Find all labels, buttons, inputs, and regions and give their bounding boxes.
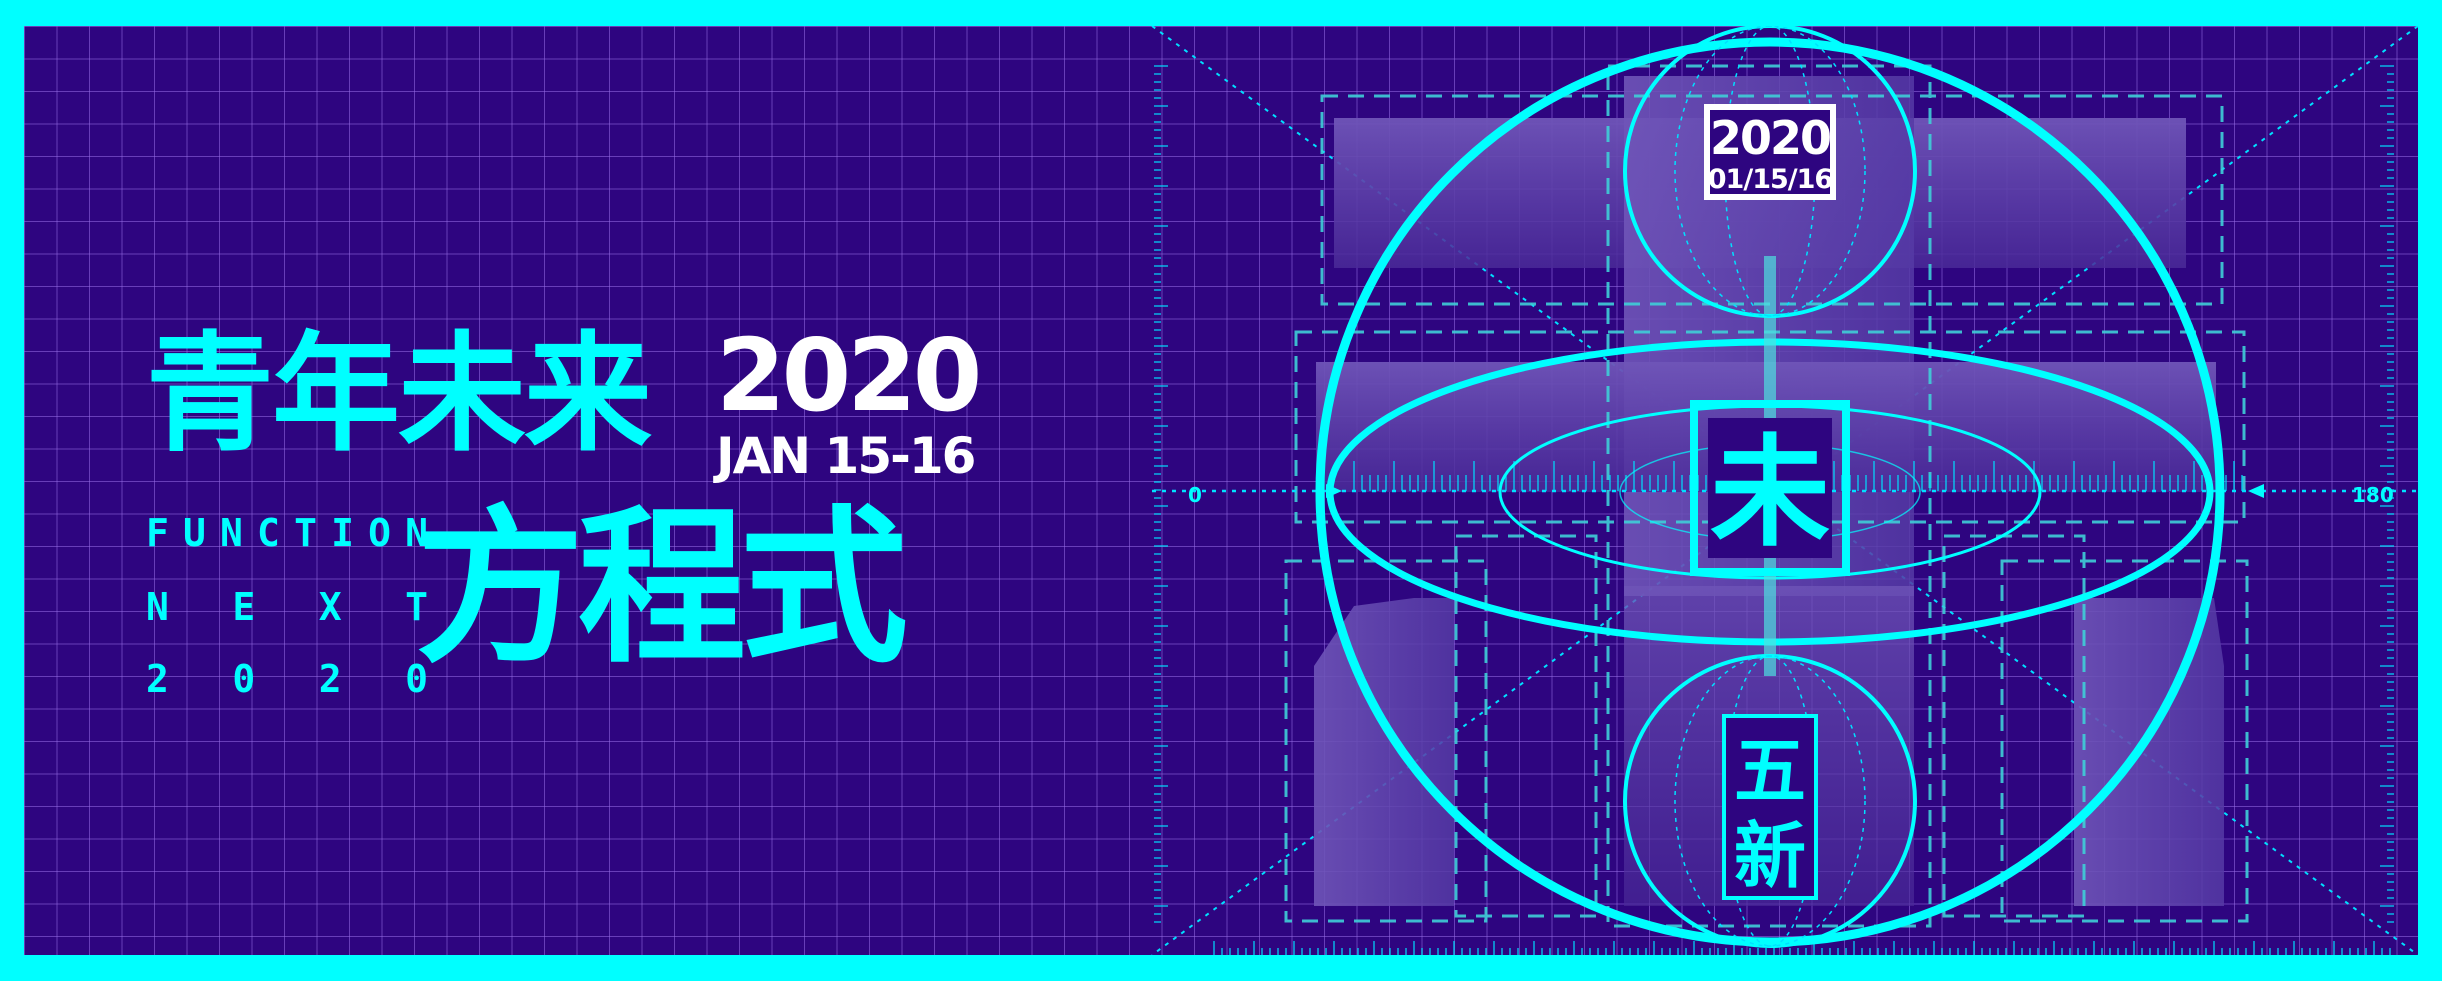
bottom-character-1: 五 — [1734, 729, 1806, 813]
badge-year: 2020 — [1710, 111, 1830, 165]
badge-date: 01/15/16 — [1708, 164, 1833, 195]
center-character-box: 未 — [1690, 400, 1850, 576]
scale-label-left: 0 — [1188, 483, 1202, 507]
bottom-character-2: 新 — [1734, 814, 1806, 898]
banner-canvas: 青年未来 2020 JAN 15-16 方程式 FUNCTION NEXT 20… — [24, 26, 2418, 955]
scale-label-right: 180 — [2352, 483, 2394, 507]
center-character: 未 — [1710, 424, 1830, 563]
character-blueprint-diagram: 0 180 2020 01/15/16 未 五 新 — [1151, 26, 2418, 955]
event-banner: 青年未来 2020 JAN 15-16 方程式 FUNCTION NEXT 20… — [0, 0, 2442, 981]
